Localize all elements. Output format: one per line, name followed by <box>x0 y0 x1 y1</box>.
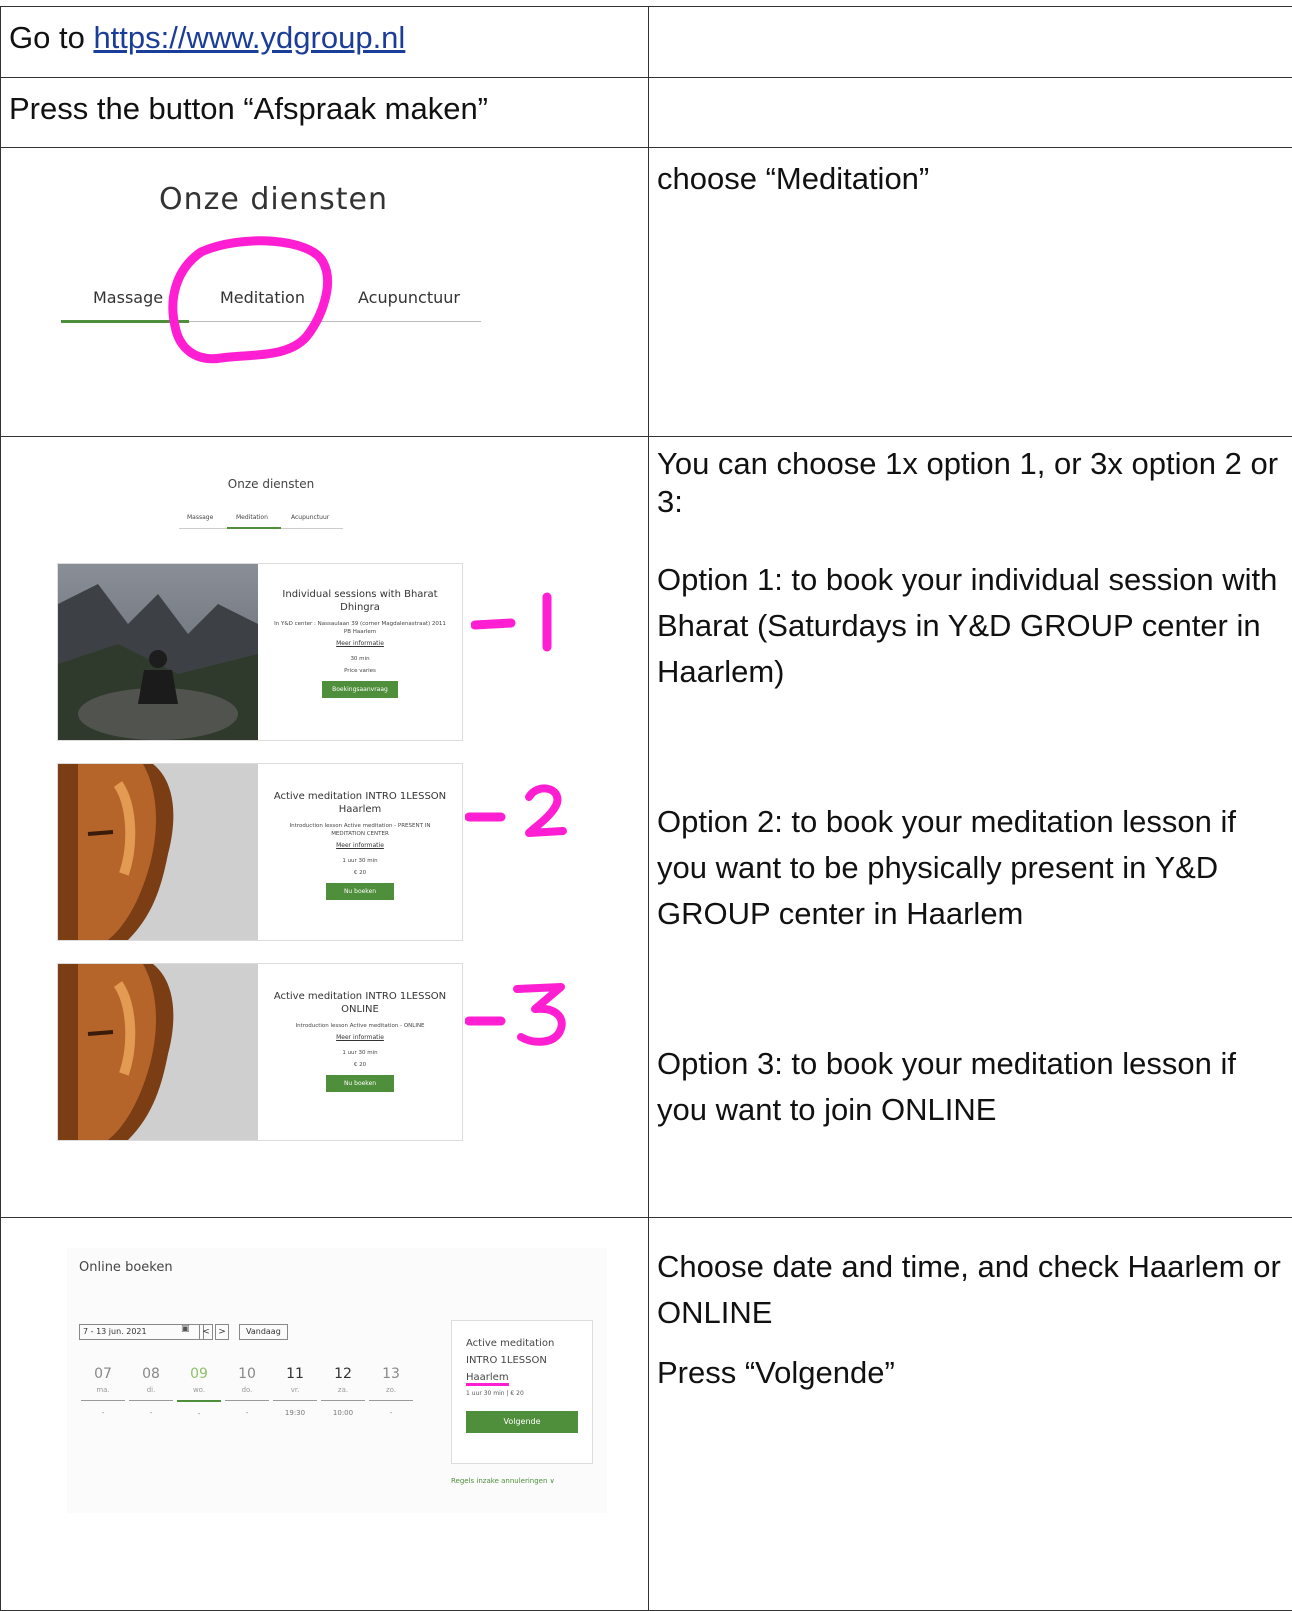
row1-left: Go to https://www.ydgroup.nl <box>1 7 649 78</box>
row5-left: Online boeken 7 - 13 jun. 2021 ▣ < > Van… <box>1 1218 649 1611</box>
card-3-detail: Introduction lesson Active meditation - … <box>258 1022 462 1030</box>
tab-massage[interactable]: Massage <box>93 288 163 307</box>
instruction-table: Go to https://www.ydgroup.nl Press the b… <box>0 6 1292 1611</box>
services-title-small: Onze diensten <box>161 477 381 491</box>
card-1-title: Individual sessions with Bharat Dhingra <box>258 588 462 614</box>
card-2-price: € 20 <box>258 869 462 877</box>
card-1-duration: 30 min <box>258 655 462 663</box>
day-column[interactable]: 12za.10:00 <box>321 1366 365 1417</box>
card-1-price: Price varies <box>258 667 462 675</box>
goto-text: Go to <box>9 20 93 55</box>
day-column[interactable]: 07ma.- <box>81 1366 125 1417</box>
press-button-text: Press the button “Afspraak maken” <box>1 78 648 140</box>
card-2-body: Active meditation INTRO 1LESSON Haarlem … <box>258 764 462 940</box>
services-title: Onze diensten <box>1 182 546 217</box>
annotation-3 <box>465 979 575 1053</box>
tab-meditation-small[interactable]: Meditation <box>236 514 268 521</box>
bharat-mountain-photo <box>58 564 258 740</box>
annotation-2 <box>465 783 575 847</box>
row5-right: Choose date and time, and check Haarlem … <box>649 1218 1292 1611</box>
row3-left: Onze diensten Massage Meditation Acupunc… <box>1 148 649 437</box>
day-column-selected[interactable]: 09wo.- <box>177 1366 221 1418</box>
card-2-detail: Introduction lesson Active meditation - … <box>258 822 462 838</box>
day-column[interactable]: 08di.- <box>129 1366 173 1417</box>
choose-meditation-text: choose “Meditation” <box>657 156 1284 202</box>
option-2-text: Option 2: to book your meditation lesson… <box>657 799 1284 937</box>
day-column[interactable]: 13zo.- <box>369 1366 413 1417</box>
ydgroup-link[interactable]: https://www.ydgroup.nl <box>93 20 405 55</box>
buddha-photo-2 <box>58 764 258 940</box>
annotation-1 <box>471 587 561 661</box>
tab-massage-small[interactable]: Massage <box>187 514 213 521</box>
service-card-1: Individual sessions with Bharat Dhingra … <box>57 563 463 741</box>
tab-acupunctuur-small[interactable]: Acupunctuur <box>291 514 329 521</box>
press-volgende-text: Press “Volgende” <box>657 1350 1284 1396</box>
next-week-button[interactable]: > <box>215 1324 229 1340</box>
choose-date-text: Choose date and time, and check Haarlem … <box>657 1244 1284 1336</box>
service-card-3: Active meditation INTRO 1LESSON ONLINE I… <box>57 963 463 1141</box>
card-3-price: € 20 <box>258 1061 462 1069</box>
card-2-duration: 1 uur 30 min <box>258 857 462 865</box>
options-intro-text: You can choose 1x option 1, or 3x option… <box>657 445 1284 521</box>
buddha-photo-3 <box>58 964 258 1140</box>
row2-left: Press the button “Afspraak maken” <box>1 78 649 148</box>
highlight-circle <box>161 236 346 374</box>
time-slot: 19:30 <box>273 1409 317 1417</box>
services-tabs-screenshot: Onze diensten Massage Meditation Acupunc… <box>1 148 648 436</box>
row4-left: Onze diensten Massage Meditation Acupunc… <box>1 437 649 1218</box>
summary-title: Active meditationINTRO 1LESSONHaarlem <box>452 1321 592 1386</box>
option-1-text: Option 1: to book your individual sessio… <box>657 557 1284 695</box>
active-tab-indicator-small <box>227 527 281 529</box>
card-2-more-info-link[interactable]: Meer informatie <box>258 842 462 849</box>
online-booking-title: Online boeken <box>79 1260 173 1275</box>
prev-week-button[interactable]: < <box>199 1324 213 1340</box>
card-1-booking-button[interactable]: Boekingsaanvraag <box>322 681 398 698</box>
card-2-title: Active meditation INTRO 1LESSON Haarlem <box>258 790 462 816</box>
cancellation-rules-link[interactable]: Regels inzake annuleringen ∨ <box>451 1477 555 1485</box>
service-summary-box: Active meditationINTRO 1LESSONHaarlem 1 … <box>451 1320 593 1464</box>
card-3-more-info-link[interactable]: Meer informatie <box>258 1034 462 1041</box>
card-1-body: Individual sessions with Bharat Dhingra … <box>258 564 462 740</box>
tab-acupunctuur[interactable]: Acupunctuur <box>358 288 460 307</box>
location-haarlem: Haarlem <box>466 1372 509 1386</box>
card-3-duration: 1 uur 30 min <box>258 1049 462 1057</box>
card-1-more-info-link[interactable]: Meer informatie <box>258 640 462 647</box>
row2-right <box>649 78 1292 148</box>
day-column[interactable]: 10do.- <box>225 1366 269 1417</box>
time-slot: 10:00 <box>321 1409 365 1417</box>
day-column[interactable]: 11vr.19:30 <box>273 1366 317 1417</box>
volgende-button[interactable]: Volgende <box>466 1411 578 1433</box>
booking-screenshot: Online boeken 7 - 13 jun. 2021 ▣ < > Van… <box>1 1218 648 1610</box>
option-3-text: Option 3: to book your meditation lesson… <box>657 1041 1284 1133</box>
card-3-body: Active meditation INTRO 1LESSON ONLINE I… <box>258 964 462 1140</box>
card-1-detail: In Y&D center : Nassaulaan 39 (corner Ma… <box>258 620 462 636</box>
card-3-title: Active meditation INTRO 1LESSON ONLINE <box>258 990 462 1016</box>
calendar-icon[interactable]: ▣ <box>181 1324 190 1334</box>
service-card-2: Active meditation INTRO 1LESSON Haarlem … <box>57 763 463 941</box>
card-2-book-button[interactable]: Nu boeken <box>326 883 394 900</box>
today-button[interactable]: Vandaag <box>239 1324 288 1340</box>
booking-panel: Online boeken 7 - 13 jun. 2021 ▣ < > Van… <box>67 1248 607 1513</box>
row1-right <box>649 7 1292 78</box>
row4-right: You can choose 1x option 1, or 3x option… <box>649 437 1292 1218</box>
row3-right: choose “Meditation” <box>649 148 1292 437</box>
meditation-options-screenshot: Onze diensten Massage Meditation Acupunc… <box>1 437 648 1217</box>
card-3-book-button[interactable]: Nu boeken <box>326 1075 394 1092</box>
summary-meta: 1 uur 30 min | € 20 <box>452 1386 592 1397</box>
